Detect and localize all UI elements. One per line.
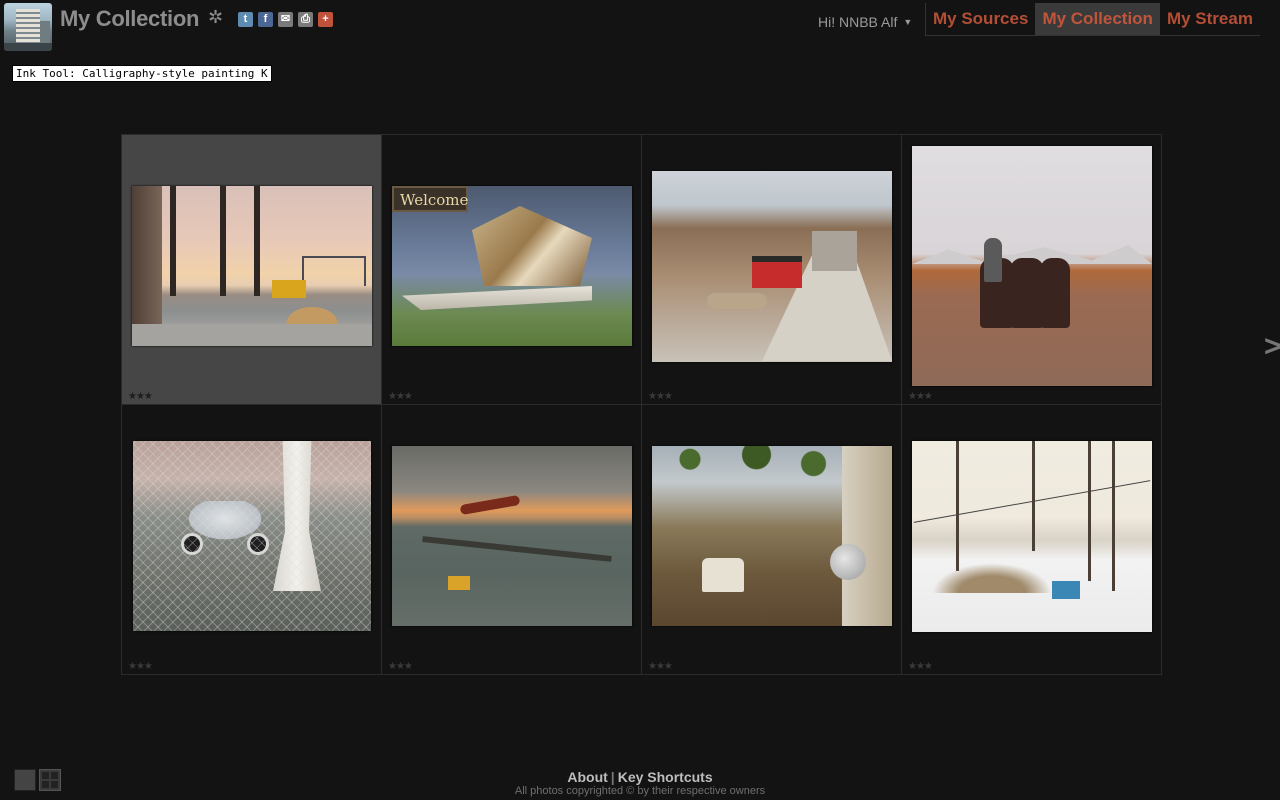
rating-stars[interactable]: ★★★ — [388, 391, 413, 402]
photo-thumbnail[interactable] — [912, 146, 1152, 386]
photo-grid: ★★★ Welcome ★★★ ★★★ ★★★ ★★★ ★★★ ★★★ ★★★ — [121, 134, 1162, 675]
grid-cell[interactable]: ★★★ — [122, 405, 382, 675]
grid-cell[interactable]: Welcome ★★★ — [382, 135, 642, 405]
rating-stars[interactable]: ★★★ — [648, 391, 673, 402]
rating-stars[interactable]: ★★★ — [648, 661, 673, 672]
grid-cell[interactable]: ★★★ — [642, 135, 902, 405]
welcome-sign: Welcome — [392, 186, 468, 212]
rating-stars[interactable]: ★★★ — [908, 661, 933, 672]
rating-stars[interactable]: ★★★ — [388, 661, 413, 672]
page-title: My Collection — [60, 6, 200, 31]
tab-my-collection[interactable]: My Collection — [1035, 3, 1160, 35]
twitter-icon[interactable]: t — [238, 12, 253, 27]
photo-thumbnail[interactable] — [132, 186, 372, 346]
grid-cell[interactable]: ★★★ — [642, 405, 902, 675]
photo-thumbnail[interactable] — [912, 441, 1152, 632]
photo-thumbnail[interactable] — [392, 446, 632, 626]
tab-my-stream[interactable]: My Stream — [1160, 3, 1260, 35]
chevron-down-icon: ▼ — [903, 17, 913, 27]
copyright-notice: All photos copyrighted © by their respec… — [514, 785, 766, 797]
gear-icon[interactable]: ✲ — [208, 7, 223, 28]
grid-cell[interactable]: ★★★ — [902, 135, 1162, 405]
user-menu[interactable]: Hi! NNBB Alf ▼ — [818, 14, 912, 30]
email-icon[interactable]: ✉ — [278, 12, 293, 27]
photo-thumbnail[interactable] — [652, 446, 892, 626]
top-nav: My Sources My Collection My Stream — [925, 3, 1260, 36]
rating-stars[interactable]: ★★★ — [128, 391, 153, 402]
footer-separator: | — [610, 769, 615, 785]
photo-thumbnail[interactable] — [652, 171, 892, 362]
about-link[interactable]: About — [567, 769, 607, 785]
facebook-icon[interactable]: f — [258, 12, 273, 27]
rating-stars[interactable]: ★★★ — [908, 391, 933, 402]
grid-cell[interactable]: ★★★ — [382, 405, 642, 675]
plus-icon[interactable]: + — [318, 12, 333, 27]
print-icon[interactable]: ⎙ — [298, 12, 313, 27]
grid-cell[interactable]: ★★★ — [122, 135, 382, 405]
tab-my-sources[interactable]: My Sources — [926, 3, 1035, 35]
rating-stars[interactable]: ★★★ — [128, 661, 153, 672]
user-avatar[interactable] — [4, 3, 52, 51]
user-greeting: Hi! NNBB Alf — [818, 14, 898, 30]
next-page-arrow[interactable]: > — [1264, 330, 1280, 364]
key-shortcuts-link[interactable]: Key Shortcuts — [618, 769, 713, 785]
photo-thumbnail[interactable] — [133, 441, 371, 631]
grid-cell[interactable]: ★★★ — [902, 405, 1162, 675]
footer-links: About | Key Shortcuts — [0, 769, 1280, 785]
photo-thumbnail[interactable]: Welcome — [392, 186, 632, 346]
tool-tooltip: Ink Tool: Calligraphy-style painting K — [12, 65, 272, 82]
